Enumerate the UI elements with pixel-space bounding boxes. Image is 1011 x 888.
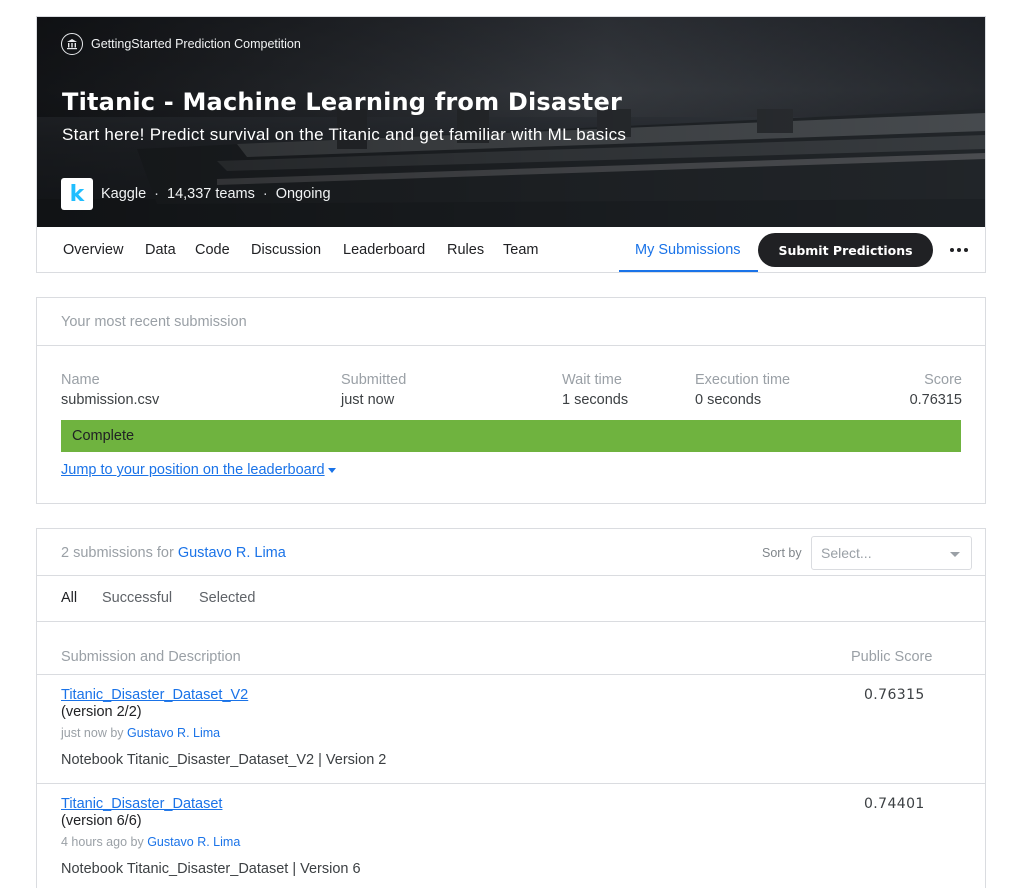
submission-time-text: just now by [61, 726, 124, 740]
recent-wait-value: 1 seconds [562, 392, 629, 408]
submission-score: 0.74401 [864, 796, 925, 812]
competition-header: GettingStarted Prediction Competition Ti… [36, 16, 986, 273]
tab-rules[interactable]: Rules [447, 242, 484, 258]
recent-score-value: 0.76315 [909, 392, 962, 408]
tab-leaderboard[interactable]: Leaderboard [343, 242, 425, 258]
sort-by-label: Sort by [762, 546, 802, 560]
filter-selected[interactable]: Selected [199, 590, 255, 606]
submission-score: 0.76315 [864, 687, 925, 703]
submission-time: 4 hours ago by Gustavo R. Lima [61, 835, 240, 849]
active-tab-indicator [619, 270, 758, 272]
recent-exec-label: Execution time [695, 372, 791, 388]
recent-submission-heading: Your most recent submission [37, 298, 985, 346]
page-subtitle: Start here! Predict survival on the Tita… [62, 125, 627, 144]
submission-version: (version 2/2) [61, 704, 142, 720]
competition-status: Ongoing [275, 186, 331, 202]
page-title: Titanic - Machine Learning from Disaster [62, 88, 622, 116]
sort-select[interactable]: Select... [811, 536, 972, 570]
recent-name-label: Name [61, 372, 100, 388]
competition-type: GettingStarted Prediction Competition [61, 33, 301, 55]
recent-name-value: submission.csv [61, 392, 160, 408]
filter-all[interactable]: All [61, 590, 77, 606]
tab-overview[interactable]: Overview [63, 242, 123, 258]
submission-name-link[interactable]: Titanic_Disaster_Dataset [61, 796, 222, 812]
recent-submitted-value: just now [341, 392, 395, 408]
kaggle-logo[interactable]: k [61, 178, 93, 210]
submissions-toolbar: 2 submissions for Gustavo R. Lima Sort by… [37, 529, 985, 576]
recent-exec-value: 0 seconds [695, 392, 762, 408]
tab-data[interactable]: Data [145, 242, 176, 258]
recent-submission-card: Your most recent submission Name submiss… [36, 297, 986, 504]
column-header-public-score: Public Score [851, 649, 933, 665]
submission-author-link[interactable]: Gustavo R. Lima [147, 835, 240, 849]
submission-author-link[interactable]: Gustavo R. Lima [127, 726, 220, 740]
tab-team[interactable]: Team [503, 242, 538, 258]
status-bar-complete: Complete [61, 420, 961, 452]
tab-my-submissions[interactable]: My Submissions [635, 242, 741, 258]
submission-description: Notebook Titanic_Disaster_Dataset | Vers… [61, 861, 361, 877]
jump-to-leaderboard-link[interactable]: Jump to your position on the leaderboard [61, 462, 336, 478]
submission-filters: All Successful Selected [37, 576, 985, 622]
jump-link-text[interactable]: Jump to your position on the leaderboard [61, 462, 325, 478]
more-horizontal-icon[interactable] [947, 241, 971, 259]
team-count: 14,337 teams [167, 186, 255, 202]
recent-execution-time: Execution time 0 seconds [695, 372, 790, 408]
banner-image: GettingStarted Prediction Competition Ti… [37, 17, 985, 227]
competition-type-label: GettingStarted Prediction Competition [91, 37, 301, 51]
submit-predictions-button[interactable]: Submit Predictions [758, 233, 933, 267]
kaggle-logo-letter: k [69, 181, 85, 207]
separator-dot: · [262, 186, 268, 202]
submission-time: just now by Gustavo R. Lima [61, 726, 220, 740]
chevron-down-icon [950, 552, 960, 557]
caret-down-icon[interactable] [327, 467, 336, 473]
submission-name-link[interactable]: Titanic_Disaster_Dataset_V2 [61, 687, 248, 703]
tab-code[interactable]: Code [195, 242, 230, 258]
submissions-table-header: Submission and Description Public Score [37, 622, 985, 675]
column-header-description: Submission and Description [61, 649, 241, 665]
submission-count: 2 submissions for Gustavo R. Lima [61, 545, 286, 561]
recent-score: Score 0.76315 [910, 372, 962, 408]
recent-score-label: Score [924, 372, 962, 388]
recent-name: Name submission.csv [61, 372, 159, 408]
table-row: Titanic_Disaster_Dataset_V2 (version 2/2… [37, 675, 985, 784]
competition-meta: k Kaggle · 14,337 teams · Ongoing [61, 178, 331, 210]
submission-version: (version 6/6) [61, 813, 142, 829]
recent-wait-label: Wait time [562, 372, 622, 388]
submission-count-text: 2 submissions for [61, 545, 174, 561]
sort-select-placeholder: Select... [821, 545, 872, 561]
submission-time-text: 4 hours ago by [61, 835, 144, 849]
competition-tabs: Overview Data Code Discussion Leaderboar… [37, 227, 985, 273]
submission-description: Notebook Titanic_Disaster_Dataset_V2 | V… [61, 752, 387, 768]
recent-submitted-label: Submitted [341, 372, 407, 388]
tab-discussion[interactable]: Discussion [251, 242, 321, 258]
separator-dot: · [154, 186, 159, 202]
host-name[interactable]: Kaggle [101, 186, 146, 202]
bank-icon [61, 33, 83, 55]
recent-submitted: Submitted just now [341, 372, 406, 408]
submissions-list-card: 2 submissions for Gustavo R. Lima Sort by… [36, 528, 986, 888]
submission-user-link[interactable]: Gustavo R. Lima [178, 545, 286, 561]
recent-wait-time: Wait time 1 seconds [562, 372, 628, 408]
table-row: Titanic_Disaster_Dataset (version 6/6) 4… [37, 784, 985, 888]
filter-successful[interactable]: Successful [102, 590, 172, 606]
